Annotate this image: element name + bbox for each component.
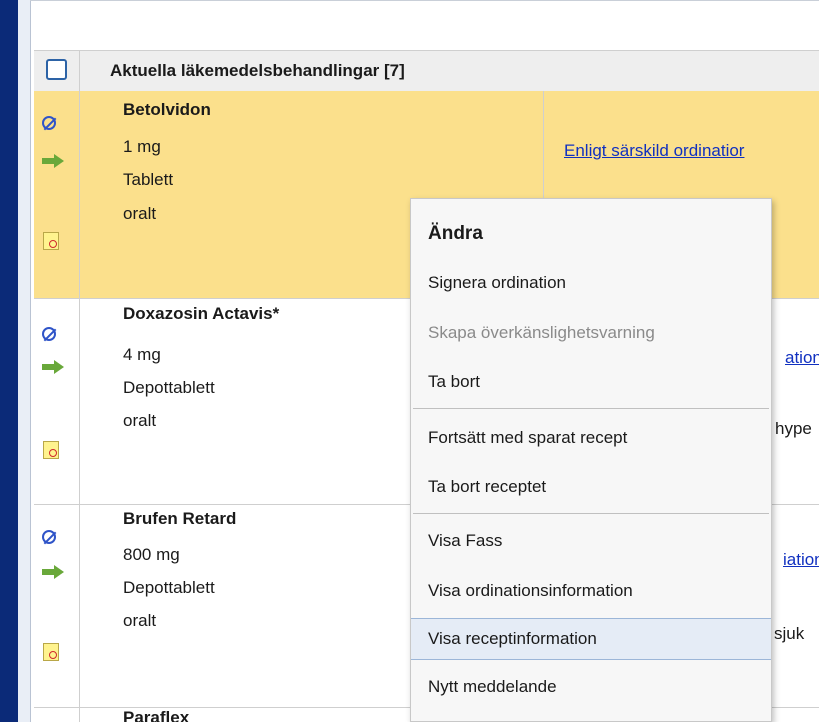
prohibit-icon[interactable] (42, 327, 56, 341)
drug-name: Brufen Retard (123, 509, 237, 528)
table-header: Aktuella läkemedelsbehandlingar [7] (34, 50, 819, 92)
prohibit-icon[interactable] (42, 116, 56, 130)
dosage-link[interactable]: iation (783, 550, 819, 570)
menu-item-visa-fass[interactable]: Visa Fass (411, 521, 771, 561)
menu-separator (413, 408, 769, 409)
context-menu: Ändra Signera ordination Skapa överkänsl… (410, 198, 772, 722)
arrow-right-icon[interactable] (42, 360, 64, 374)
drug-dose: 1 mg (123, 137, 161, 156)
drug-form: Tablett (123, 170, 174, 189)
menu-item-nytt-meddelande[interactable]: Nytt meddelande (411, 667, 771, 707)
arrow-right-icon[interactable] (42, 565, 64, 579)
column-divider (79, 298, 80, 504)
drug-name: Doxazosin Actavis* (123, 304, 280, 323)
drug-name: Betolvidon (123, 100, 211, 119)
top-border (30, 0, 819, 1)
menu-item-visa-ordinationsinformation[interactable]: Visa ordinationsinformation (411, 571, 771, 611)
menu-item-skapa-overkanslighetsvarning[interactable]: Skapa överkänslighetsvarning (411, 313, 771, 353)
note-icon[interactable] (43, 232, 59, 250)
drug-name: Paraflex (123, 708, 190, 722)
drug-form: Depottablett (123, 578, 215, 597)
indication-text: sjuk (774, 624, 805, 643)
prohibit-icon[interactable] (42, 530, 56, 544)
select-all-checkbox[interactable] (46, 59, 67, 80)
dosage-link[interactable]: Enligt särskild ordinatior (564, 141, 744, 161)
menu-separator (413, 513, 769, 514)
app-left-border (0, 0, 18, 722)
column-divider (79, 91, 80, 298)
menu-item-fortsatt-med-sparat-recept[interactable]: Fortsätt med sparat recept (411, 418, 771, 458)
drug-route: oralt (123, 204, 157, 223)
drug-route: oralt (123, 411, 157, 430)
column-divider (79, 504, 80, 707)
note-icon[interactable] (43, 643, 59, 661)
header-divider (79, 51, 80, 91)
drug-dose: 4 mg (123, 345, 161, 364)
side-gutter (18, 0, 31, 722)
menu-item-visa-receptinformation[interactable]: Visa receptinformation (411, 618, 771, 660)
drug-route: oralt (123, 611, 157, 630)
dosage-link[interactable]: ation (785, 348, 819, 368)
indication-text: hype (775, 419, 812, 438)
menu-item-signera-ordination[interactable]: Signera ordination (411, 263, 771, 303)
arrow-right-icon[interactable] (42, 154, 64, 168)
column-divider (79, 707, 80, 722)
table-title: Aktuella läkemedelsbehandlingar [7] (110, 61, 405, 80)
note-icon[interactable] (43, 441, 59, 459)
menu-item-ta-bort-receptet[interactable]: Ta bort receptet (411, 467, 771, 507)
menu-item-ta-bort[interactable]: Ta bort (411, 362, 771, 402)
drug-form: Depottablett (123, 378, 215, 397)
drug-dose: 800 mg (123, 545, 180, 564)
menu-item-andra[interactable]: Ändra (411, 214, 771, 254)
